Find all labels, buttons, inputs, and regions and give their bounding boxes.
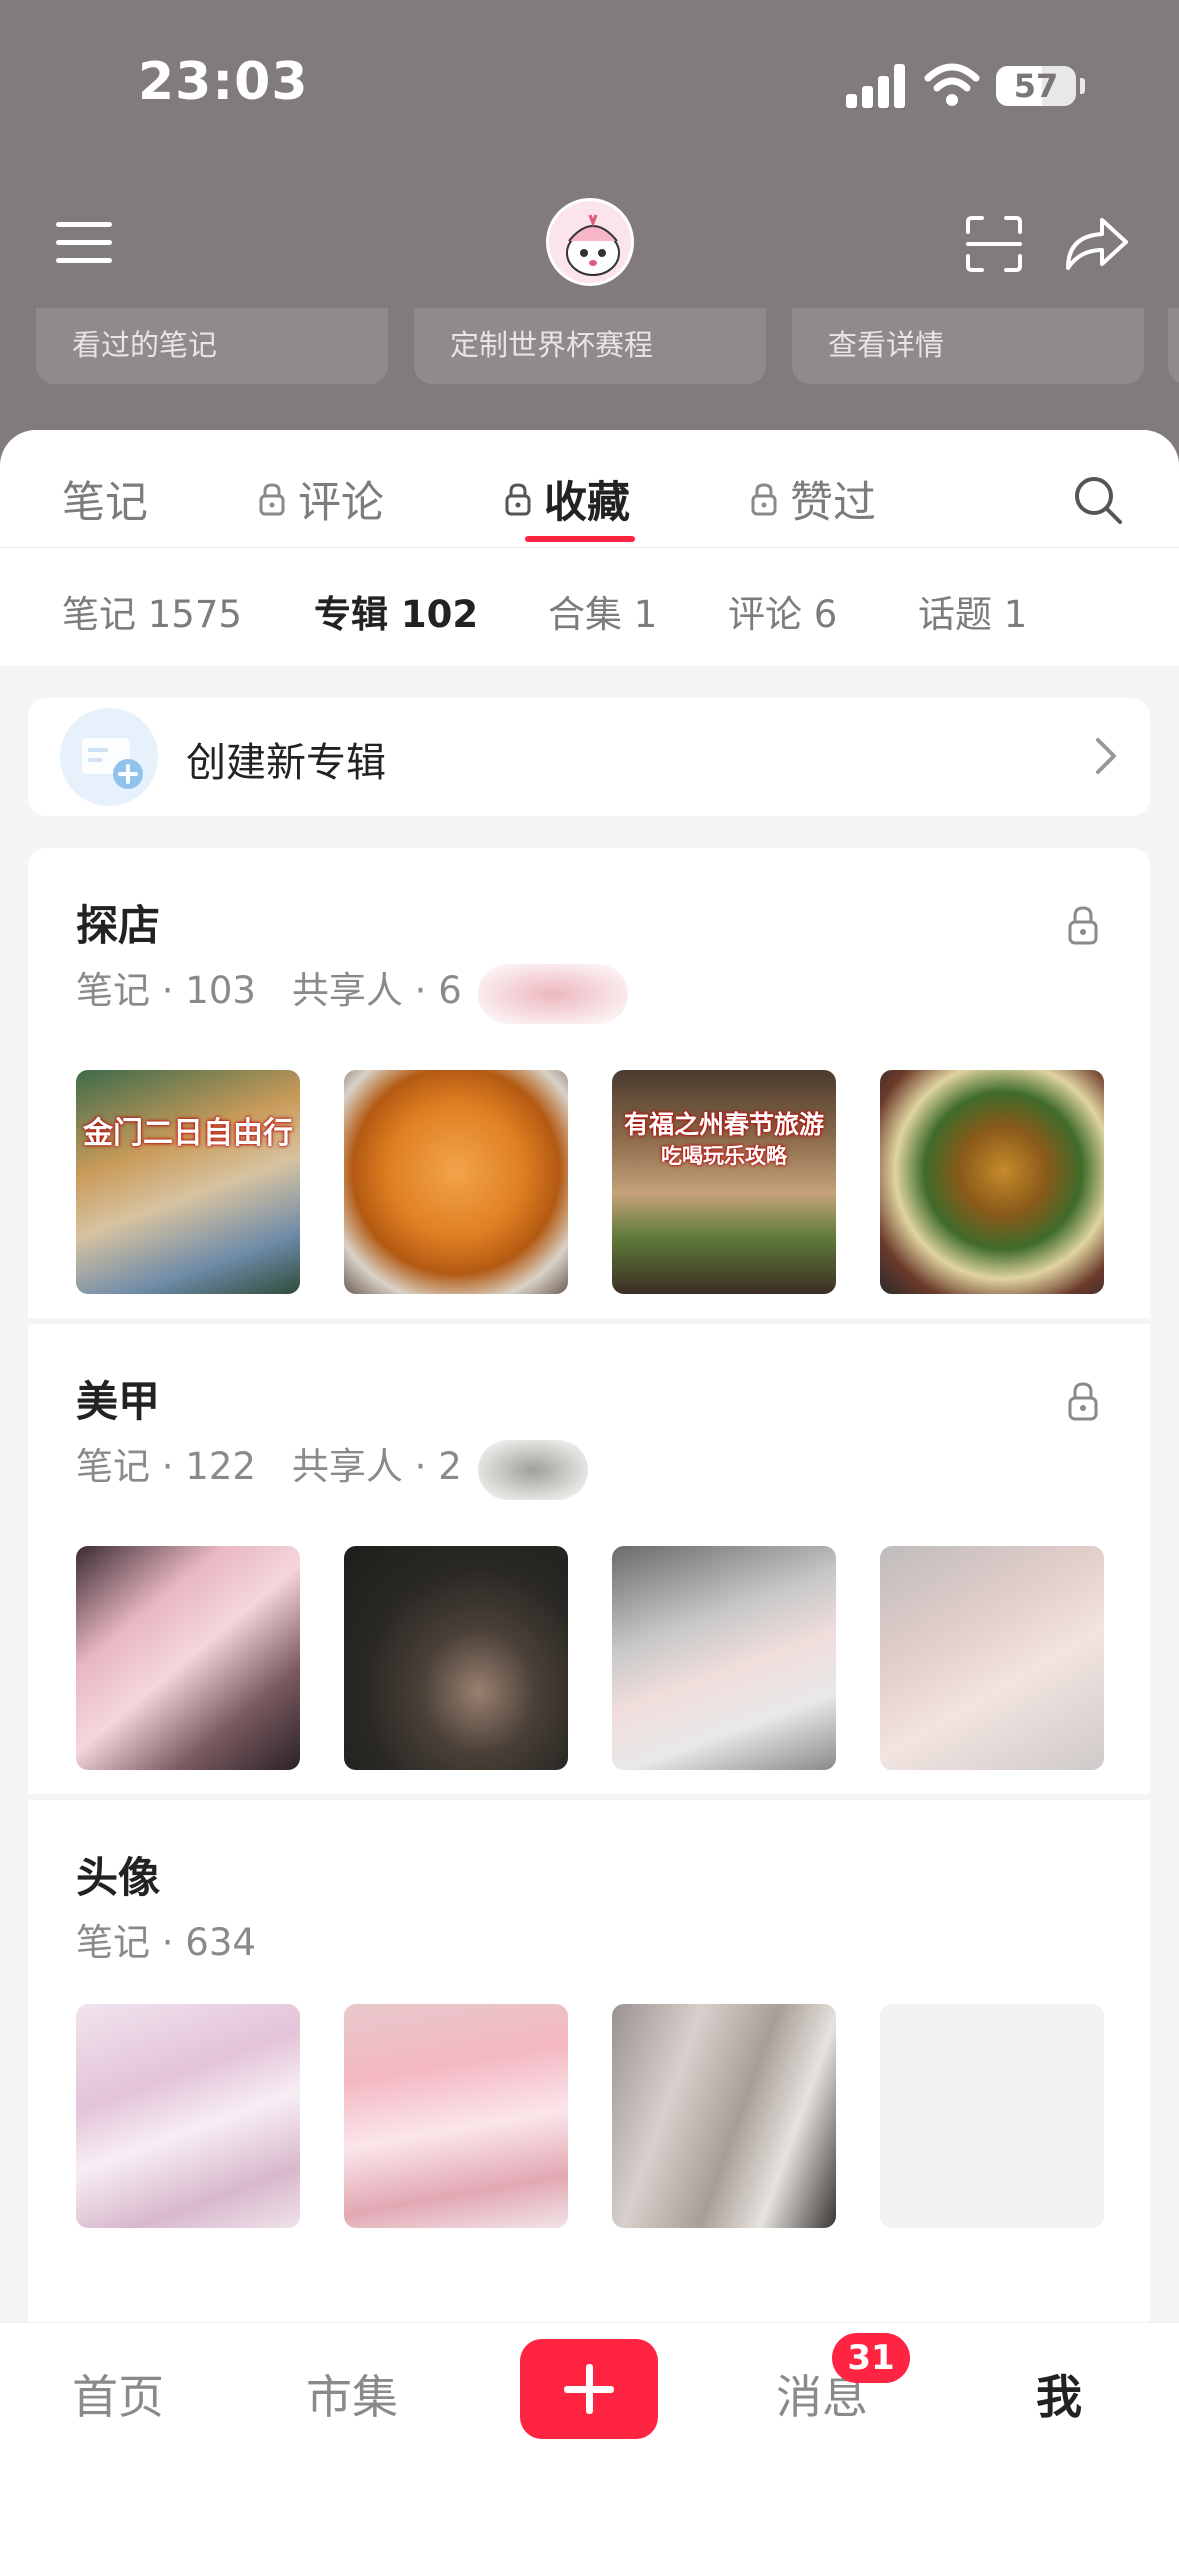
- album-thumbnail[interactable]: [880, 1070, 1104, 1294]
- sharer-avatars-blurred: [478, 964, 628, 1024]
- album-meta: 笔记 · 103 共享人 · 6: [76, 960, 462, 1014]
- album-thumbnail[interactable]: 有福之州春节旅游 吃喝玩乐攻略: [612, 1070, 836, 1294]
- active-tab-indicator: [525, 536, 635, 542]
- subtab-topics[interactable]: 话题 1: [918, 584, 1027, 638]
- quick-card-label: 看过的笔记: [72, 328, 218, 362]
- tab-liked[interactable]: 赞过: [750, 468, 876, 530]
- tab-label: 收藏: [544, 478, 630, 528]
- battery-percent: 57: [1013, 67, 1059, 105]
- album-card[interactable]: 探店 笔记 · 103 共享人 · 6 金门二日自由行 有福之州春节旅游 吃喝玩乐…: [28, 848, 1150, 1318]
- create-album-label: 创建新专辑: [186, 740, 386, 786]
- album-thumbnail[interactable]: [76, 2004, 300, 2228]
- tab-label: 评论: [298, 478, 384, 528]
- album-notes-count: 笔记 · 103: [76, 969, 256, 1012]
- album-thumbnail[interactable]: [344, 1546, 568, 1770]
- create-post-button[interactable]: [520, 2339, 658, 2439]
- album-sharers: 共享人 · 2: [291, 1445, 462, 1488]
- plus-icon: [586, 2364, 593, 2414]
- avatar[interactable]: [546, 198, 634, 286]
- album-title: 探店: [76, 901, 161, 950]
- nav-me[interactable]: 我: [1036, 2361, 1082, 2427]
- album-thumbnail[interactable]: [344, 1070, 568, 1294]
- tab-notes[interactable]: 笔记: [62, 468, 148, 530]
- nav-market[interactable]: 市集: [306, 2361, 398, 2427]
- album-thumbnail[interactable]: [612, 2004, 836, 2228]
- quick-card-label: 查看详情: [828, 328, 945, 362]
- thumbnail-caption: 吃喝玩乐攻略: [661, 1144, 787, 1168]
- album-thumbnail[interactable]: 金门二日自由行: [76, 1070, 300, 1294]
- lock-icon: [259, 483, 285, 516]
- album-sharers: 共享人 · 6: [291, 969, 462, 1012]
- search-icon[interactable]: [1072, 474, 1124, 526]
- album-title: 美甲: [76, 1377, 161, 1426]
- quick-cards: 看过的笔记 定制世界杯赛程 查看详情: [0, 308, 1179, 388]
- subtab-comments[interactable]: 评论 6: [728, 584, 837, 638]
- album-thumbnail[interactable]: [344, 2004, 568, 2228]
- tab-label: 笔记: [62, 478, 148, 528]
- messages-badge: 31: [832, 2333, 910, 2383]
- tab-label: 赞过: [790, 478, 876, 528]
- sharer-avatars-blurred: [478, 1440, 588, 1500]
- quick-card-worldcup[interactable]: 定制世界杯赛程: [414, 308, 766, 384]
- album-thumbnail[interactable]: [612, 1546, 836, 1770]
- album-thumbnail-empty[interactable]: [880, 2004, 1104, 2228]
- album-thumbnail[interactable]: [76, 1546, 300, 1770]
- scan-icon[interactable]: [964, 214, 1024, 274]
- lock-icon: [1068, 1382, 1098, 1421]
- chevron-right-icon: [1096, 738, 1116, 774]
- thumbnail-caption: 金门二日自由行: [83, 1116, 293, 1151]
- bottom-nav: 首页 市集 消息 31 我: [0, 2322, 1179, 2556]
- lock-icon: [751, 483, 777, 516]
- quick-card-viewed-notes[interactable]: 看过的笔记: [36, 308, 388, 384]
- avatar-cartoon-icon: [566, 214, 620, 276]
- content-sheet: 笔记 评论 收藏 赞过 笔记 1575 专辑 102 合集 1 评论 6 话题 …: [0, 430, 1179, 2556]
- battery-tip: [1080, 78, 1085, 94]
- album-meta: 笔记 · 634: [76, 1912, 256, 1966]
- lock-icon: [1068, 906, 1098, 945]
- thumbnail-caption: 有福之州春节旅游: [623, 1110, 824, 1139]
- quick-card-details[interactable]: 查看详情: [792, 308, 1144, 384]
- profile-tabs: 笔记 评论 收藏 赞过: [0, 430, 1179, 548]
- album-meta: 笔记 · 122 共享人 · 2: [76, 1436, 462, 1490]
- album-card[interactable]: 美甲 笔记 · 122 共享人 · 2: [28, 1324, 1150, 1794]
- quick-card-partial: [1168, 308, 1179, 384]
- battery-icon: 57: [996, 66, 1076, 106]
- share-icon[interactable]: [1062, 214, 1130, 274]
- subtab-collections[interactable]: 合集 1: [548, 584, 657, 638]
- create-album-icon: [60, 708, 158, 806]
- tab-comments[interactable]: 评论: [258, 468, 384, 530]
- lock-icon: [505, 483, 531, 516]
- status-time: 23:03: [138, 52, 309, 112]
- album-card[interactable]: 头像 笔记 · 634: [28, 1800, 1150, 2322]
- cellular-signal-icon: [846, 64, 906, 108]
- create-album-row[interactable]: 创建新专辑: [28, 698, 1150, 816]
- hamburger-menu-icon[interactable]: [56, 218, 112, 266]
- tab-favorites[interactable]: 收藏: [504, 468, 630, 530]
- subtab-notes[interactable]: 笔记 1575: [62, 584, 242, 638]
- album-title: 头像: [76, 1853, 161, 1902]
- album-notes-count: 笔记 · 122: [76, 1445, 256, 1488]
- album-thumbnail[interactable]: [880, 1546, 1104, 1770]
- status-bar: 23:03 57: [0, 0, 1179, 170]
- quick-card-label: 定制世界杯赛程: [450, 328, 654, 362]
- album-notes-count: 笔记 · 634: [76, 1921, 256, 1964]
- subtab-albums[interactable]: 专辑 102: [314, 584, 478, 638]
- nav-home[interactable]: 首页: [72, 2361, 164, 2427]
- wifi-icon: [924, 63, 980, 106]
- favorites-subtabs: 笔记 1575 专辑 102 合集 1 评论 6 话题 1: [0, 548, 1179, 666]
